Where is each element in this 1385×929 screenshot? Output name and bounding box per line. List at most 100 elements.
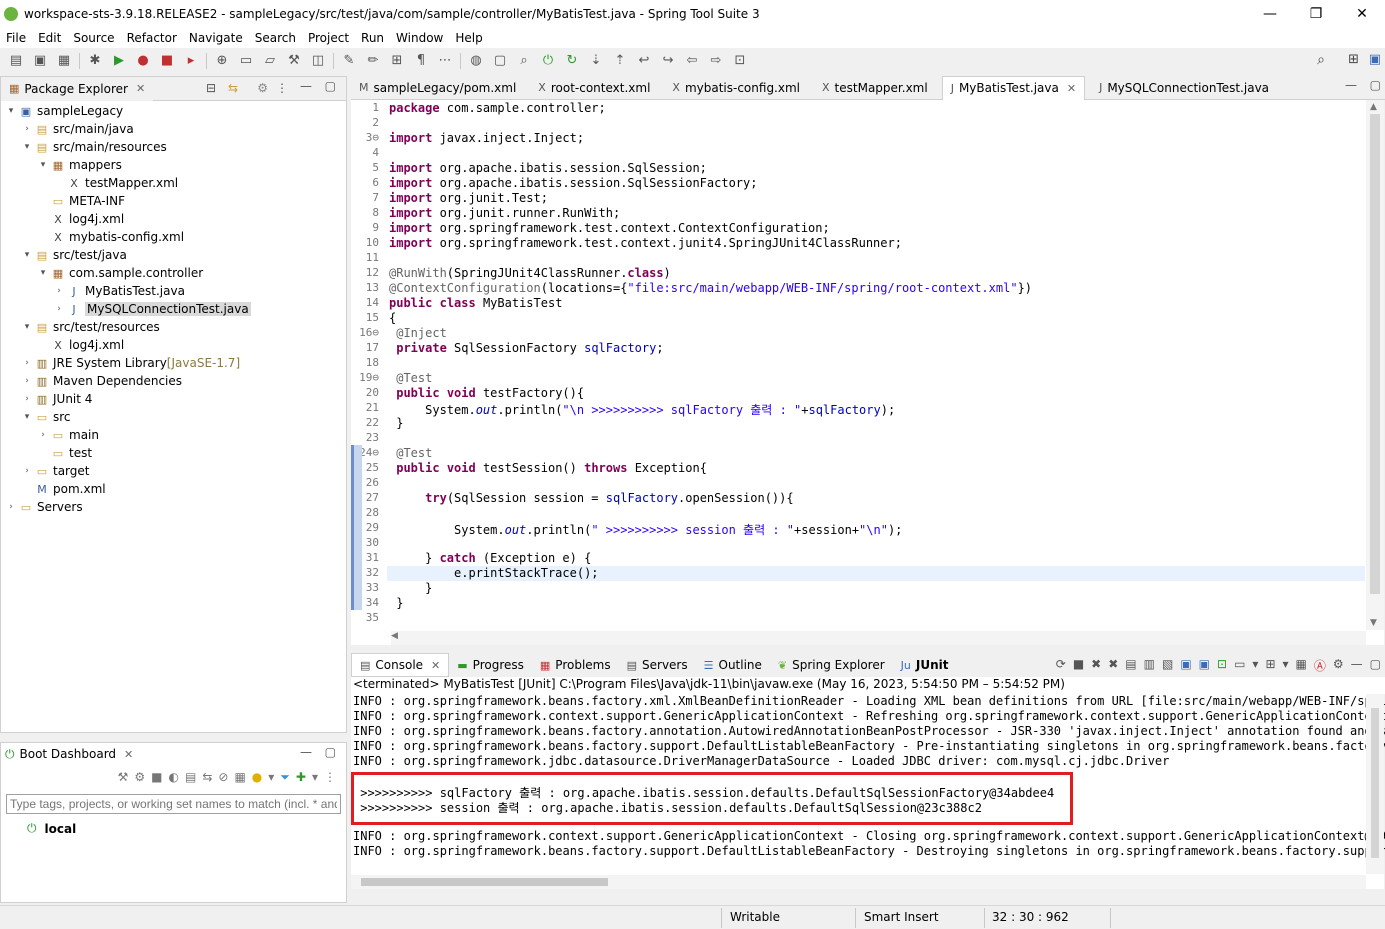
scroll-lock-icon[interactable]: ▥	[1144, 657, 1155, 674]
toggle-mark-icon[interactable]: ✎	[340, 52, 358, 70]
dropdown-icon[interactable]: ▾	[1283, 657, 1289, 674]
code-line[interactable]: import org.apache.ibatis.session.SqlSess…	[389, 161, 707, 175]
console-output[interactable]: INFO : org.springframework.beans.factory…	[351, 694, 1385, 889]
show-stderr-icon[interactable]: ▣	[1199, 657, 1210, 674]
copy-icon[interactable]: ▦	[1296, 657, 1307, 674]
expand-arrow-icon[interactable]: ▾	[37, 160, 49, 170]
vertical-scrollbar[interactable]: ▲ ▼	[1366, 100, 1384, 630]
maximize-view-icon[interactable]: ▢	[1370, 657, 1381, 674]
code-line[interactable]: try(SqlSession session = sqlFactory.open…	[389, 491, 793, 505]
whitespace-icon[interactable]: ¶	[412, 52, 430, 70]
minimize-button[interactable]: —	[1247, 0, 1293, 28]
code-line[interactable]: }	[389, 581, 432, 595]
tree-item[interactable]: › ▤ src/main/java	[21, 120, 134, 138]
build-icon[interactable]: ⚒	[285, 52, 303, 70]
horizontal-scrollbar[interactable]: ◀	[391, 631, 1366, 645]
expand-arrow-icon[interactable]: ›	[21, 394, 33, 404]
code-line[interactable]: e.printStackTrace();	[389, 566, 599, 580]
tree-item[interactable]: ▭ META-INF	[37, 192, 125, 210]
menu-window[interactable]: Window	[390, 31, 449, 45]
minimize-view-icon[interactable]: —	[300, 745, 312, 759]
breadcrumb-icon[interactable]: ⋯	[436, 52, 454, 70]
display-console-icon[interactable]: ▭	[1234, 657, 1245, 674]
code-line[interactable]: public void testFactory(){	[389, 386, 584, 400]
open-config-icon[interactable]: ⇆	[202, 770, 212, 784]
search-icon[interactable]: ⌕	[1317, 52, 1325, 68]
filter-icon[interactable]: ⚙	[257, 81, 268, 95]
editor-tab[interactable]: MsampleLegacy/pom.xml	[351, 76, 524, 100]
console-view-icon[interactable]: ▤	[185, 770, 196, 784]
code-line[interactable]: @Inject	[389, 326, 447, 340]
tree-item[interactable]: ▾ ▣ sampleLegacy	[5, 102, 123, 120]
boot-local-item[interactable]: ⏻ local	[7, 821, 76, 836]
remove-launch-icon[interactable]: ✖	[1091, 657, 1101, 674]
view-menu-icon[interactable]: ⋮	[324, 770, 336, 784]
menu-edit[interactable]: Edit	[32, 31, 67, 45]
code-line[interactable]: import javax.inject.Inject;	[389, 131, 584, 145]
code-line[interactable]: public void testSession() throws Excepti…	[389, 461, 707, 475]
save-all-icon[interactable]: ▦	[55, 52, 73, 70]
prev-annotation-icon[interactable]: ⇡	[611, 52, 629, 70]
word-wrap-icon[interactable]: ▧	[1162, 657, 1173, 674]
maximize-editor-icon[interactable]: ▢	[1370, 78, 1381, 92]
block-select-icon[interactable]: ⊞	[388, 52, 406, 70]
tree-item[interactable]: › J MyBatisTest.java	[53, 282, 185, 300]
dropdown-icon[interactable]: ▾	[1252, 657, 1258, 674]
tree-item[interactable]: ▾ ▦ mappers	[37, 156, 122, 174]
save-icon[interactable]: ▣	[31, 52, 49, 70]
code-line[interactable]: }	[389, 596, 403, 610]
terminate-icon[interactable]: ■	[1073, 657, 1084, 674]
settings-icon[interactable]: ⚙	[1333, 657, 1344, 674]
java-perspective-icon[interactable]: ▣	[1369, 52, 1381, 67]
code-line[interactable]: @Test	[389, 371, 432, 385]
tree-item[interactable]: XtestMapper.xml	[53, 174, 178, 192]
expand-arrow-icon[interactable]: ›	[21, 124, 33, 134]
expand-arrow-icon[interactable]: ›	[53, 286, 65, 296]
tree-item[interactable]: ▭ test	[37, 444, 92, 462]
tab-console[interactable]: ▤ Console ✕	[351, 653, 450, 677]
pin-console-icon[interactable]: ⊡	[1217, 657, 1227, 674]
code-line[interactable]: }	[389, 416, 403, 430]
remove-all-icon[interactable]: ✖	[1108, 657, 1118, 674]
code-line[interactable]: private SqlSessionFactory sqlFactory;	[389, 341, 663, 355]
spring-console-icon[interactable]: Ⓐ	[1314, 657, 1326, 674]
open-browser-icon[interactable]: ⊘	[218, 770, 228, 784]
tree-item[interactable]: › ▭ target	[21, 462, 89, 480]
code-line[interactable]: import org.junit.runner.RunWith;	[389, 206, 620, 220]
expand-arrow-icon[interactable]: ›	[53, 304, 65, 314]
editor-tab[interactable]: J MySQLConnectionTest.java	[1091, 76, 1277, 100]
expand-arrow-icon[interactable]: ›	[5, 502, 17, 512]
code-line[interactable]: @Test	[389, 446, 432, 460]
lightbulb-icon[interactable]: ●	[252, 770, 262, 784]
expand-arrow-icon[interactable]: ›	[37, 430, 49, 440]
tab-package-explorer[interactable]: ▦ Package Explorer ✕	[1, 76, 154, 101]
run-external-icon[interactable]: ●	[134, 52, 152, 70]
close-icon[interactable]: ✕	[431, 659, 440, 672]
tree-item[interactable]: ▾ ▤ src/test/java	[21, 246, 127, 264]
menu-file[interactable]: File	[0, 31, 32, 45]
refresh-icon[interactable]: ↻	[563, 52, 581, 70]
minimize-view-icon[interactable]: —	[300, 79, 312, 93]
start-icon[interactable]: ⚒	[118, 770, 129, 784]
boot-filter-input[interactable]	[6, 794, 341, 814]
expand-arrow-icon[interactable]: ▾	[37, 268, 49, 278]
new-icon[interactable]: ▤	[7, 52, 25, 70]
open-resource-icon[interactable]: ◫	[309, 52, 327, 70]
expand-arrow-icon[interactable]: ▾	[5, 106, 17, 116]
pin-editor-icon[interactable]: ⊡	[731, 52, 749, 70]
show-stdout-icon[interactable]: ▣	[1180, 657, 1191, 674]
open-type-icon[interactable]: ▭	[237, 52, 255, 70]
tree-item[interactable]: › ▭ Servers	[5, 498, 82, 516]
code-line[interactable]: {	[389, 311, 396, 325]
open-perspective-icon[interactable]: ⊞	[1348, 52, 1359, 67]
tab-junit[interactable]: Ju JUnit	[893, 653, 957, 677]
dropdown-icon[interactable]: ▾	[268, 770, 274, 784]
code-editor[interactable]: 1 package com.sample.controller; 2 3⊖ import…	[351, 100, 1384, 645]
open-console-icon[interactable]: ⊞	[1265, 657, 1275, 674]
relaunch-icon[interactable]: ⟳	[1056, 657, 1066, 674]
link-editor-icon[interactable]: ⇆	[228, 81, 238, 95]
debug-icon[interactable]: ✱	[86, 52, 104, 70]
code-line[interactable]: package com.sample.controller;	[389, 101, 606, 115]
close-icon[interactable]: ✕	[136, 82, 145, 95]
expand-arrow-icon[interactable]: ▾	[21, 250, 33, 260]
